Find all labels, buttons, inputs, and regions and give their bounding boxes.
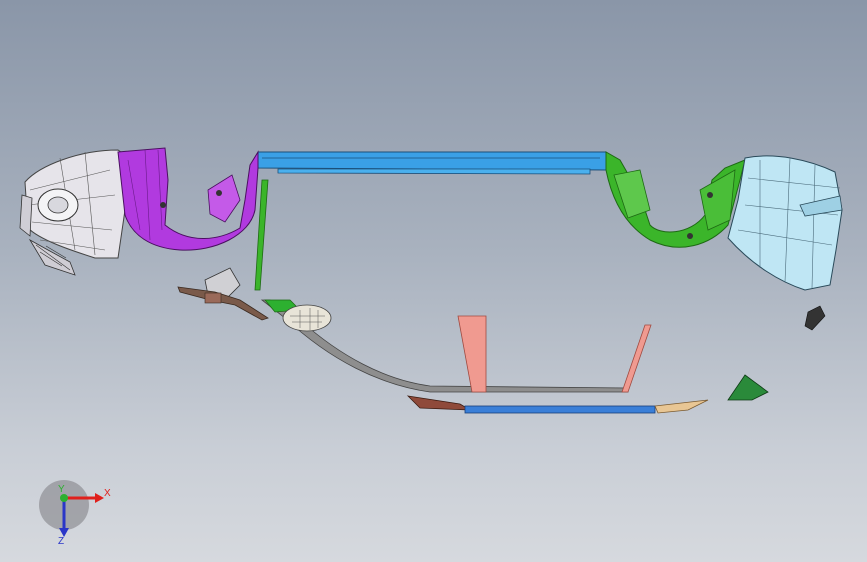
right-small-clip[interactable] [804,305,826,331]
triad-y-axis-dot [60,494,68,502]
right-lower-bracket[interactable] [621,324,652,393]
triad-z-label: Z [58,536,64,547]
right-arch-fastener [687,233,693,239]
left-arch-fastener-2 [216,190,222,196]
lower-trim-assembly[interactable] [260,299,629,393]
left-fog-lamp-lens [47,196,69,214]
right-arch-fastener-2 [707,192,713,198]
fog-lamp-bezel[interactable] [282,304,332,332]
horn-mount [204,292,222,304]
triad-x-label: X [104,488,111,499]
lower-lip-spoiler[interactable] [406,395,709,414]
horn-assembly[interactable] [177,267,269,321]
coordinate-triad: X Y Z [39,480,111,547]
beam-lower-flange[interactable] [277,168,591,175]
bumper-reinforcement-beam[interactable] [257,151,607,175]
beam-body[interactable] [257,151,607,171]
left-corner-side-panel [19,194,33,237]
triad-y-label: Y [58,484,65,495]
bumper-assembly-exploded-view[interactable]: X Y Z [0,0,867,562]
lip-right-end[interactable] [654,399,709,414]
left-vertical-bracket-strip[interactable] [254,179,269,291]
right-corner-shell[interactable] [727,155,843,291]
left-bumper-corner[interactable] [19,149,133,276]
lip-left-end[interactable] [406,395,471,411]
right-lower-corner-bracket[interactable] [727,374,769,401]
right-wheel-arch-liner[interactable] [605,151,746,248]
left-arch-fastener [160,202,166,208]
triad-x-arrow-icon [95,493,104,503]
left-wheel-arch-liner[interactable] [117,147,259,251]
right-bumper-corner[interactable] [727,155,843,331]
lip-center-strip[interactable] [464,405,656,414]
left-arch-inner-panel [207,174,241,223]
center-lower-bracket[interactable] [457,315,487,393]
cad-graphics-viewport[interactable]: X Y Z [0,0,867,562]
